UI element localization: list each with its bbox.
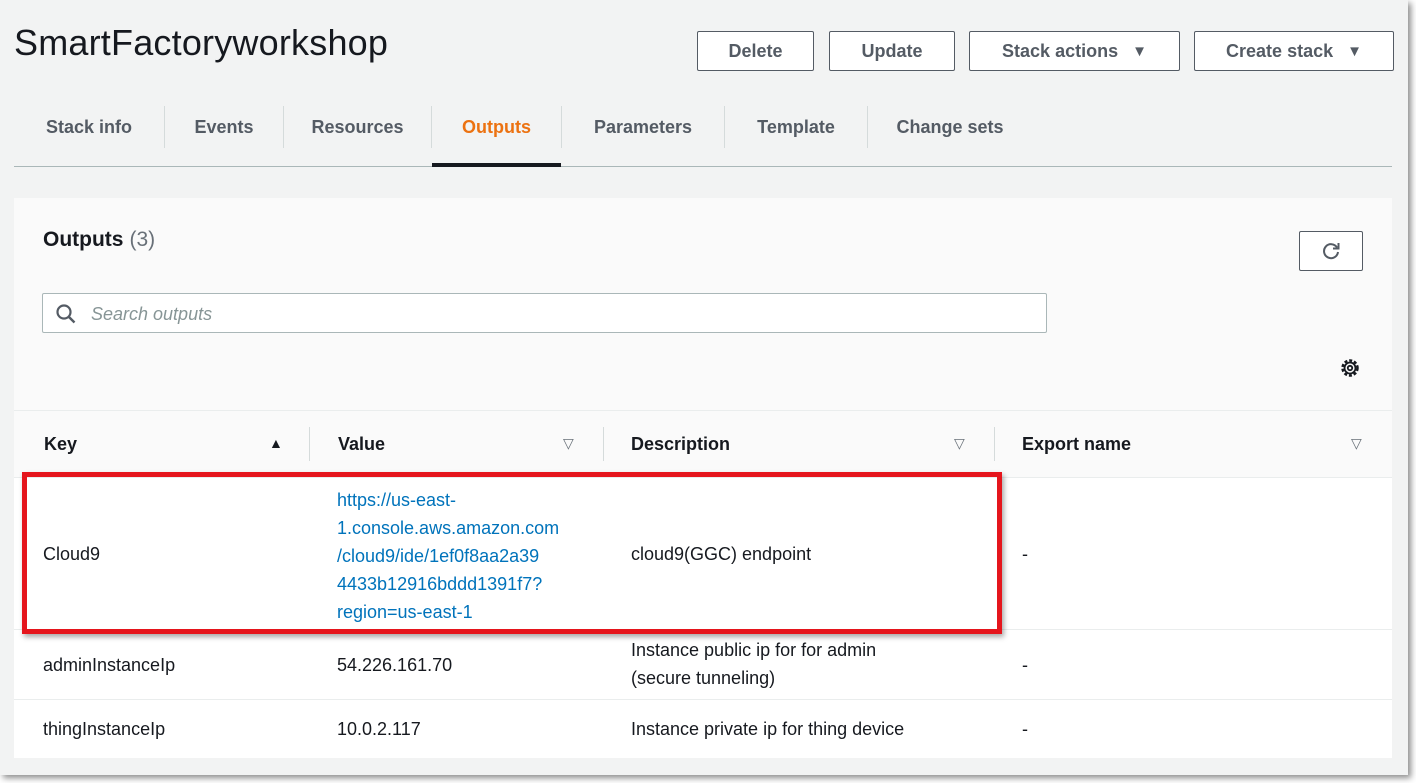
tab-events[interactable]: Events xyxy=(165,104,283,150)
column-divider xyxy=(309,427,310,461)
tab-parameters[interactable]: Parameters xyxy=(562,104,724,150)
update-button[interactable]: Update xyxy=(829,31,955,71)
panel-title-text: Outputs xyxy=(43,228,124,251)
column-divider xyxy=(994,427,995,461)
row-description: Instance public ip for for admin (secure… xyxy=(631,636,876,692)
description-line: Instance public ip for for admin xyxy=(631,640,877,660)
row-export-name: - xyxy=(1022,655,1028,675)
delete-button[interactable]: Delete xyxy=(697,31,814,71)
tab-template[interactable]: Template xyxy=(725,104,867,150)
refresh-icon xyxy=(1323,243,1340,260)
cloud9-endpoint-link[interactable]: https://us-east- 1.console.aws.amazon.co… xyxy=(337,486,587,626)
row-description: cloud9(GGC) endpoint xyxy=(631,544,812,564)
table-row: thingInstanceIp 10.0.2.117 Instance priv… xyxy=(14,700,1392,758)
column-header-value[interactable]: Value xyxy=(338,411,588,477)
row-key: thingInstanceIp xyxy=(43,719,166,739)
gear-icon[interactable] xyxy=(1339,357,1361,379)
tab-change-sets[interactable]: Change sets xyxy=(868,104,1032,150)
link-text-line: /cloud9/ide/1ef0f8aa2a39 xyxy=(337,546,540,566)
table-row: adminInstanceIp 54.226.161.70 Instance p… xyxy=(14,630,1392,700)
column-header-export-name[interactable]: Export name xyxy=(1022,411,1342,477)
tab-label: Events xyxy=(194,116,254,137)
panel-header: Outputs (3) xyxy=(14,198,1392,410)
tab-label: Outputs xyxy=(462,116,531,137)
tab-stack-info[interactable]: Stack info xyxy=(14,104,164,150)
description-line: (secure tunneling) xyxy=(631,668,776,688)
column-label: Value xyxy=(338,433,386,454)
tab-label: Change sets xyxy=(896,116,1004,137)
create-stack-button[interactable]: Create stack ▼ xyxy=(1194,31,1394,71)
link-text-line: https://us-east- xyxy=(337,490,457,510)
search-input[interactable] xyxy=(89,294,1033,334)
row-key: adminInstanceIp xyxy=(43,655,176,675)
search-icon xyxy=(56,304,76,324)
row-value: 54.226.161.70 xyxy=(337,655,453,675)
row-value: 10.0.2.117 xyxy=(337,719,421,739)
column-label: Key xyxy=(44,433,78,454)
column-label: Export name xyxy=(1022,433,1132,454)
stack-actions-label: Stack actions xyxy=(1002,40,1119,61)
panel-title: Outputs (3) xyxy=(43,228,155,252)
update-button-label: Update xyxy=(861,40,923,61)
active-tab-indicator xyxy=(432,163,561,167)
outputs-count: (3) xyxy=(129,228,156,251)
page-title: SmartFactoryworkshop xyxy=(14,22,389,63)
tab-label: Stack info xyxy=(45,116,133,137)
link-text-line: 4433b12916bddd1391f7? xyxy=(337,574,543,594)
sort-descending-icon[interactable]: ▽ xyxy=(563,435,574,452)
tab-outputs[interactable]: Outputs xyxy=(432,104,561,150)
link-text-line: region=us-east-1 xyxy=(337,602,473,622)
row-export-name: - xyxy=(1022,544,1028,564)
caret-down-icon: ▼ xyxy=(1347,42,1362,60)
sort-descending-icon[interactable]: ▽ xyxy=(954,435,965,452)
tab-label: Resources xyxy=(311,116,404,137)
tab-resources[interactable]: Resources xyxy=(284,104,431,150)
tab-label: Template xyxy=(757,116,835,137)
row-key: Cloud9 xyxy=(43,544,101,564)
delete-button-label: Delete xyxy=(728,40,783,61)
table-row: Cloud9 https://us-east- 1.console.aws.am… xyxy=(14,478,1392,630)
column-label: Description xyxy=(631,433,731,454)
create-stack-label: Create stack xyxy=(1226,40,1334,61)
refresh-button[interactable] xyxy=(1299,231,1363,271)
search-outputs-field[interactable] xyxy=(42,293,1047,334)
column-header-description[interactable]: Description xyxy=(631,411,961,477)
stack-actions-button[interactable]: Stack actions ▼ xyxy=(969,31,1180,71)
table-header: Key ▲ Value ▽ Description ▽ Export name … xyxy=(14,410,1392,478)
column-header-key[interactable]: Key xyxy=(44,411,304,477)
tab-bar: Stack info Events Resources Outputs Para… xyxy=(14,104,1392,167)
tab-label: Parameters xyxy=(593,116,693,137)
sort-descending-icon[interactable]: ▽ xyxy=(1351,435,1362,452)
row-description: Instance private ip for thing device xyxy=(631,719,905,739)
caret-down-icon: ▼ xyxy=(1132,42,1147,60)
column-divider xyxy=(603,427,604,461)
app-frame: SmartFactoryworkshop Delete Update Stack… xyxy=(0,0,1408,775)
row-export-name: - xyxy=(1022,719,1028,739)
outputs-panel: Outputs (3) Search outputs Key ▲ Value ▽… xyxy=(14,198,1392,758)
sort-ascending-icon[interactable]: ▲ xyxy=(269,435,283,451)
link-text-line: 1.console.aws.amazon.com xyxy=(337,518,560,538)
